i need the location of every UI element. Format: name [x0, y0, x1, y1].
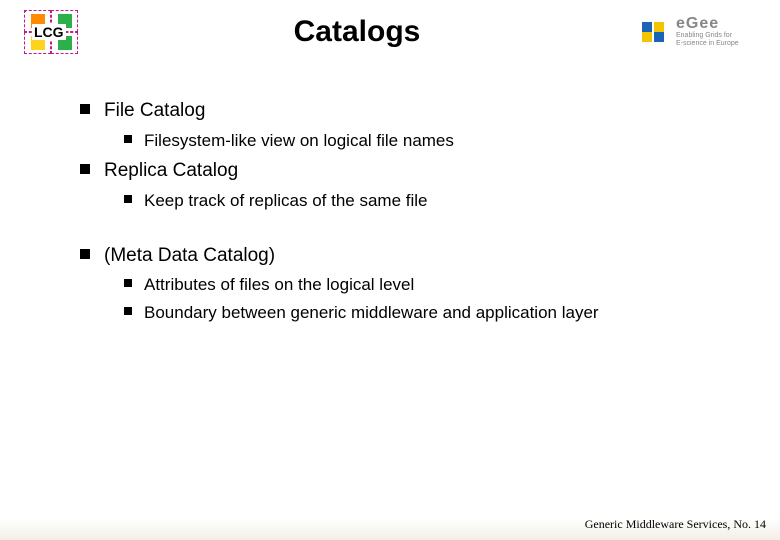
- bullet-level2: Boundary between generic middleware and …: [124, 301, 720, 325]
- slide-header: LCG Catalogs eGee Enabling Grids for E-s…: [0, 0, 780, 62]
- square-bullet-icon: [124, 195, 132, 203]
- lcg-label: LCG: [32, 24, 66, 40]
- bullet-text: Attributes of files on the logical level: [144, 273, 414, 297]
- bullet-text: Filesystem-like view on logical file nam…: [144, 129, 454, 153]
- bullet-level2: Attributes of files on the logical level: [124, 273, 720, 297]
- bullet-level2: Keep track of replicas of the same file: [124, 189, 720, 213]
- egee-tagline-1: Enabling Grids for: [676, 32, 739, 40]
- egee-logo-icon: [636, 15, 670, 49]
- bullet-text: (Meta Data Catalog): [104, 243, 275, 270]
- bullet-text: Replica Catalog: [104, 158, 238, 185]
- egee-logo: eGee Enabling Grids for E-science in Eur…: [636, 15, 756, 49]
- bullet-text: Keep track of replicas of the same file: [144, 189, 427, 213]
- bullet-text: Boundary between generic middleware and …: [144, 301, 599, 325]
- bullet-level1: File Catalog: [80, 98, 720, 125]
- slide-title: Catalogs: [78, 15, 636, 49]
- lcg-logo: LCG: [24, 10, 78, 54]
- egee-tagline-2: E-science in Europe: [676, 40, 739, 48]
- square-bullet-icon: [80, 104, 90, 114]
- bullet-level1: (Meta Data Catalog): [80, 243, 720, 270]
- square-bullet-icon: [80, 164, 90, 174]
- bullet-level2: Filesystem-like view on logical file nam…: [124, 129, 720, 153]
- square-bullet-icon: [124, 135, 132, 143]
- bullet-level1: Replica Catalog: [80, 158, 720, 185]
- square-bullet-icon: [124, 307, 132, 315]
- square-bullet-icon: [80, 249, 90, 259]
- square-bullet-icon: [124, 279, 132, 287]
- slide-footer: Generic Middleware Services, No. 14: [585, 517, 766, 532]
- slide-body: File Catalog Filesystem-like view on log…: [0, 62, 780, 325]
- bullet-text: File Catalog: [104, 98, 205, 125]
- egee-brand: eGee: [676, 16, 739, 32]
